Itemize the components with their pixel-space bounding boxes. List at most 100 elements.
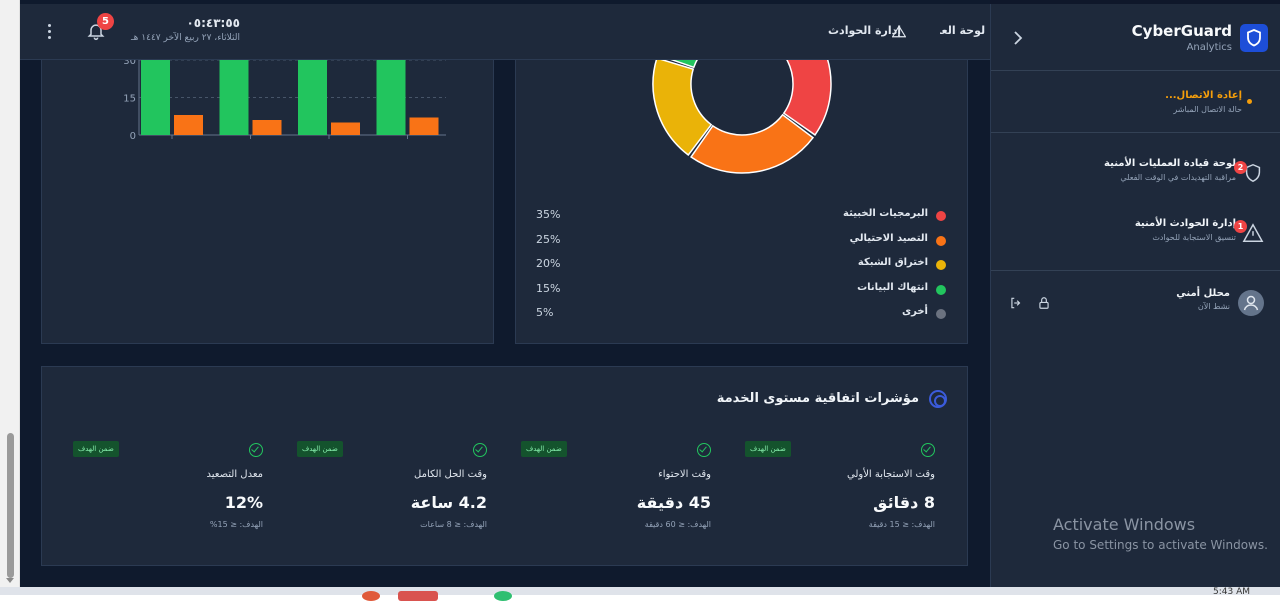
legend-percentage: 25% <box>536 232 561 246</box>
bar <box>141 58 170 135</box>
warning-triangle-icon[interactable] <box>892 25 906 38</box>
user-status: نشط الآن <box>1197 302 1230 311</box>
legend-item: انتهاك البيانات 15% <box>536 282 946 298</box>
connection-status-dot <box>1247 99 1252 104</box>
legend-color-dot <box>936 309 946 319</box>
sla-card: ضمن الهدف وقت الاحتواء 45 دقيقة الهدف: ≤ 60… <box>521 441 711 541</box>
sla-metric-name: وقت الحل الكامل <box>414 469 487 480</box>
legend-percentage: 15% <box>536 281 561 295</box>
sla-metric-target: الهدف: ≤ 60 دقيقة <box>644 520 711 529</box>
sla-metric-name: وقت الاحتواء <box>658 469 711 480</box>
target-icon <box>929 390 947 408</box>
bar <box>298 58 327 135</box>
sla-metric-target: الهدف: ≤ 15 دقيقة <box>868 520 935 529</box>
sla-metric-name: معدل التصعيد <box>206 469 263 480</box>
user-name: محلل أمني <box>1176 288 1230 299</box>
scroll-down-arrow[interactable] <box>6 578 14 583</box>
taskbar-app-icon[interactable] <box>494 591 512 601</box>
bar <box>376 58 406 135</box>
sla-metric-target: الهدف: ≤ 8 ساعات <box>420 520 487 529</box>
legend-label: التصيد الاحتيالي <box>849 232 928 244</box>
incident-bar-chart: 30150 <box>123 58 446 142</box>
more-options-icon[interactable] <box>48 24 52 40</box>
sidebar-badge: 1 <box>1234 220 1247 233</box>
legend-item: اختراق الشبكة 20% <box>536 257 946 273</box>
taskbar-clock: 5:43 AM <box>1213 587 1250 597</box>
taskbar: 5:43 AM <box>0 587 1280 601</box>
divider <box>991 270 1280 271</box>
connection-title: إعادة الاتصال... <box>1165 90 1242 101</box>
browser-window: 30 15 0 البرمجيات الخبيثة 35% التصيد الاحتيا… <box>0 0 1280 601</box>
legend-item: البرمجيات الخبيثة 35% <box>536 208 946 224</box>
sidebar-item-label: إدارة الحوادث الأمنية <box>1134 218 1236 229</box>
taskbar-app-icon[interactable] <box>362 591 380 601</box>
top-header: 5 ٠٥:٤٣:٥٥ الثلاثاء، ٢٧ ربيع الآخر ١٤٤٧ … <box>20 4 990 60</box>
legend-label: البرمجيات الخبيثة <box>843 208 928 219</box>
brand: CyberGuard Analytics <box>1132 22 1232 53</box>
sla-title: مؤشرات اتفاقية مستوى الخدمة <box>716 391 919 406</box>
app-root: 30 15 0 البرمجيات الخبيثة 35% التصيد الاحتيا… <box>20 0 1280 587</box>
chevron-right-icon[interactable] <box>1013 31 1023 49</box>
lock-icon[interactable] <box>1037 296 1051 310</box>
legend-color-dot <box>936 235 946 246</box>
notification-badge: 5 <box>97 13 114 30</box>
check-circle-icon <box>921 443 935 457</box>
legend-item: التصيد الاحتيالي 25% <box>536 233 946 249</box>
bar <box>219 58 249 135</box>
sidebar-item-sublabel: مراقبة التهديدات في الوقت الفعلي <box>1120 173 1236 182</box>
sidebar-item-label: لوحة قيادة العمليات الأمنية <box>1104 158 1236 169</box>
bar <box>174 115 203 135</box>
sidebar-item-sublabel: تنسيق الاستجابة للحوادث <box>1152 233 1236 242</box>
check-circle-icon <box>249 443 263 457</box>
legend-percentage: 5% <box>536 306 554 319</box>
legend-color-dot <box>936 211 946 221</box>
clock: ٠٥:٤٣:٥٥ الثلاثاء، ٢٧ ربيع الآخر ١٤٤٧ هـ <box>124 16 240 43</box>
sla-card: ضمن الهدف وقت الاستجابة الأولي 8 دقائق الهد… <box>745 441 935 541</box>
legend-percentage: 35% <box>536 208 561 221</box>
threat-distribution-panel: البرمجيات الخبيثة 35% التصيد الاحتيالي 25% ا… <box>515 58 968 344</box>
sidebar-badge: 2 <box>1234 161 1247 174</box>
nav-ops-text: لوحة العمليات <box>940 24 986 37</box>
page-scrollbar[interactable] <box>0 0 20 587</box>
watermark-subtitle: Go to Settings to activate Windows. <box>1053 538 1268 552</box>
sla-status-badge: ضمن الهدف <box>745 441 791 457</box>
brand-subtitle: Analytics <box>1186 42 1232 53</box>
legend-percentage: 20% <box>536 257 561 270</box>
sla-metrics-panel: مؤشرات اتفاقية مستوى الخدمة ضمن الهدف وقت… <box>41 366 968 566</box>
legend-label: انتهاك البيانات <box>857 281 928 293</box>
check-circle-icon <box>697 443 711 457</box>
taskbar-app-icon[interactable] <box>398 591 438 601</box>
nav-incidents-label[interactable]: إدارة الحوادث <box>828 24 901 37</box>
sla-metric-value: 45 دقيقة <box>636 493 711 512</box>
sla-metric-target: الهدف: ≤ 15% <box>209 520 263 529</box>
legend-label: أخرى <box>901 306 928 317</box>
sidebar-item-soc-dashboard[interactable]: لوحة قيادة العمليات الأمنية مراقبة التهد… <box>1104 158 1236 182</box>
legend-item: أخرى 5% <box>536 306 946 322</box>
legend-color-dot <box>936 284 946 295</box>
sla-status-badge: ضمن الهدف <box>73 441 119 457</box>
connection-subtitle: حالة الاتصال المباشر <box>1173 105 1242 114</box>
activate-windows-watermark: Activate Windows Go to Settings to activ… <box>1053 515 1268 552</box>
incident-bar-chart-panel: 30 15 0 <box>41 58 494 344</box>
divider <box>991 132 1280 133</box>
nav-operations-label[interactable]: لوحة العمليات <box>940 24 990 37</box>
logout-icon[interactable] <box>1009 296 1023 310</box>
sla-metric-value: 4.2 ساعة <box>410 493 487 512</box>
sla-card: ضمن الهدف وقت الحل الكامل 4.2 ساعة الهدف: ≤… <box>297 441 487 541</box>
bar <box>252 120 282 135</box>
shield-logo-icon <box>1240 24 1268 52</box>
sla-metric-value: 12% <box>224 493 263 512</box>
user-info: محلل أمني نشط الآن <box>1176 288 1230 311</box>
clock-time: ٠٥:٤٣:٥٥ <box>186 16 240 30</box>
sla-card: ضمن الهدف معدل التصعيد 12% الهدف: ≤ 15% <box>73 441 263 541</box>
legend-color-dot <box>936 260 946 270</box>
y-tick-label: 0 <box>130 131 136 142</box>
check-circle-icon <box>473 443 487 457</box>
avatar[interactable] <box>1238 290 1264 316</box>
sidebar-item-incident-management[interactable]: إدارة الحوادث الأمنية تنسيق الاستجابة لل… <box>1135 218 1236 242</box>
sla-metric-value: 8 دقائق <box>873 493 935 512</box>
connection-status: إعادة الاتصال... حالة الاتصال المباشر <box>1165 90 1242 114</box>
sla-status-badge: ضمن الهدف <box>297 441 343 457</box>
bar <box>331 122 360 135</box>
scrollbar-thumb[interactable] <box>7 433 14 578</box>
